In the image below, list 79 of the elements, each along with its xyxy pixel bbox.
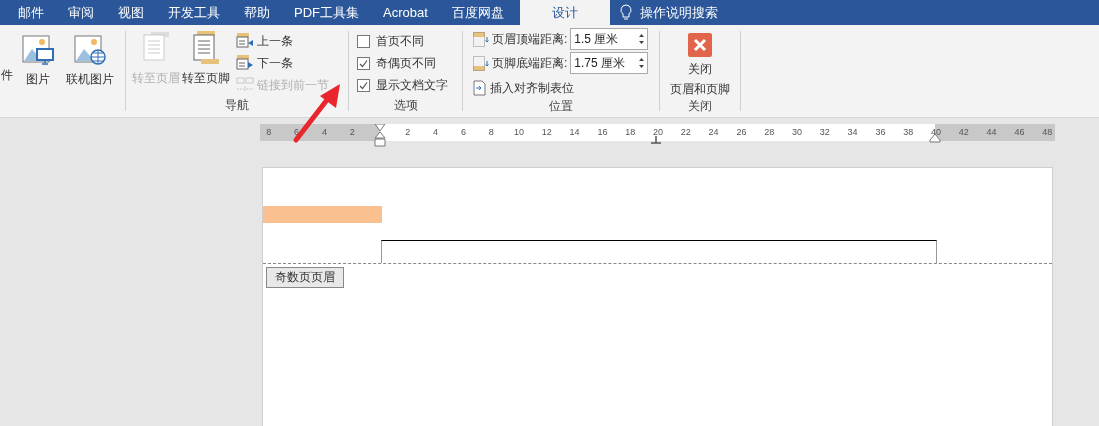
ruler-number: 2 xyxy=(405,126,411,138)
ribbon-button[interactable]: 上一条 xyxy=(236,31,329,50)
checkbox-label: 显示文档文字 xyxy=(376,77,448,94)
group-label: 导航 xyxy=(224,97,250,114)
group-label: 关闭 xyxy=(688,98,712,115)
ruler-number: 28 xyxy=(764,126,775,138)
ribbon-tab[interactable]: Acrobat xyxy=(371,0,440,25)
document-icon xyxy=(191,31,221,65)
ruler-number: 32 xyxy=(819,126,830,138)
ruler-number: 24 xyxy=(708,126,719,138)
tab-stop-icon xyxy=(473,80,486,96)
checkbox[interactable] xyxy=(357,34,370,48)
ruler-number: 6 xyxy=(460,126,466,138)
spinner-label: 页眉顶端距离: xyxy=(492,31,568,48)
group-label: 选项 xyxy=(392,97,419,114)
ribbon-tab[interactable]: 视图 xyxy=(106,0,156,25)
ribbon-button[interactable]: 件 xyxy=(1,66,13,84)
ruler-number: 12 xyxy=(541,126,552,138)
link-icon xyxy=(236,76,254,93)
indent-marker-icon[interactable] xyxy=(374,124,386,148)
margin-icon xyxy=(473,31,489,47)
picture-icon xyxy=(22,33,54,65)
ribbon-tab[interactable]: 开发工具 xyxy=(156,0,232,25)
ruler-number: 14 xyxy=(569,126,580,138)
ruler-number: 8 xyxy=(488,126,494,138)
ribbon-button[interactable]: 插入对齐制表位 xyxy=(473,79,649,97)
lightbulb-icon xyxy=(619,4,632,21)
margin-icon xyxy=(473,55,489,71)
ruler-number: 16 xyxy=(597,126,608,138)
checkbox-label: 奇偶页不同 xyxy=(376,55,436,72)
ruler-number: 6 xyxy=(294,126,300,138)
button-label: 关闭 xyxy=(688,61,712,77)
ruler-number: 4 xyxy=(433,126,439,138)
ribbon-tab[interactable]: 帮助 xyxy=(232,0,282,25)
ruler-number: 2 xyxy=(349,126,355,138)
ruler-number: 42 xyxy=(958,126,969,138)
ruler-number: 38 xyxy=(903,126,914,138)
ruler-number: 48 xyxy=(1042,126,1053,138)
ruler-number: 18 xyxy=(625,126,636,138)
search-tell-me[interactable]: 操作说明搜索 xyxy=(639,2,718,23)
ruler-number: 10 xyxy=(514,126,524,138)
spinner-label: 页脚底端距离: xyxy=(492,55,568,72)
checkbox[interactable] xyxy=(357,78,370,92)
spin-field[interactable]: 1.5 厘米 xyxy=(570,28,649,50)
ribbon-button[interactable]: 转至页脚 xyxy=(182,31,230,96)
ruler-number: 46 xyxy=(1014,126,1025,138)
header-tag: 奇数页页眉 xyxy=(266,267,344,288)
ribbon-button[interactable]: 下一条 xyxy=(236,53,329,72)
ruler-number: 22 xyxy=(680,126,691,138)
spin-field[interactable]: 1.75 厘米 xyxy=(570,52,649,74)
picture-icon xyxy=(74,33,106,65)
ruler-number: 20 xyxy=(653,126,663,138)
ruler-number: 4 xyxy=(321,126,327,138)
ruler-number: 40 xyxy=(931,126,941,138)
ruler-number: 8 xyxy=(266,126,272,138)
ruler-number: 26 xyxy=(736,126,747,138)
ribbon-button[interactable]: 联机图片 xyxy=(63,33,117,88)
checkbox[interactable] xyxy=(357,56,370,70)
ribbon-button[interactable]: 图片 xyxy=(19,33,57,88)
close-icon xyxy=(688,33,712,57)
ruler-number: 34 xyxy=(847,126,858,138)
ribbon-tab[interactable]: PDF工具集 xyxy=(282,0,371,25)
ribbon-tab[interactable]: 设计 xyxy=(519,0,610,25)
spin-arrows-icon[interactable] xyxy=(638,56,646,70)
ribbon-tab[interactable]: 审阅 xyxy=(56,0,106,25)
right-indent-icon[interactable] xyxy=(929,133,941,143)
next-icon xyxy=(236,54,254,71)
ruler-number: 30 xyxy=(792,126,802,138)
previous-icon xyxy=(236,32,254,49)
ribbon-tab[interactable]: 邮件 xyxy=(6,0,56,25)
tab-marker-icon[interactable] xyxy=(651,136,661,144)
checkbox-label: 首页不同 xyxy=(376,33,424,50)
spin-arrows-icon[interactable] xyxy=(638,32,646,46)
ruler-number: 36 xyxy=(875,126,886,138)
close-header-footer-button[interactable]: 关闭 页眉和页脚 xyxy=(670,28,730,97)
group-label: 位置 xyxy=(548,98,574,115)
ruler-number: 44 xyxy=(986,126,997,138)
ribbon-tab[interactable]: 百度网盘 xyxy=(439,0,516,25)
button-label: 页眉和页脚 xyxy=(670,81,730,97)
